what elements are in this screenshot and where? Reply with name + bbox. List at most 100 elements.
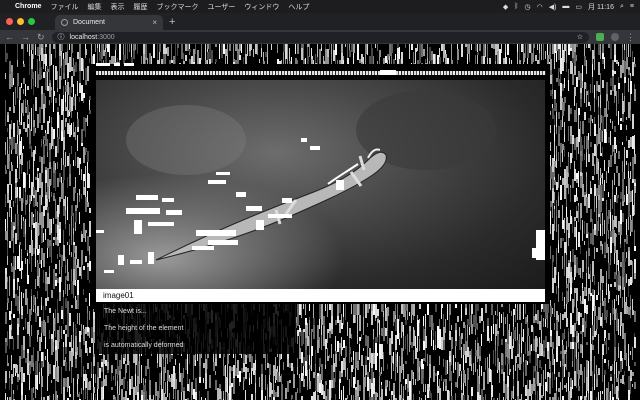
noise-stripe bbox=[493, 44, 495, 49]
noise-stripe bbox=[225, 56, 226, 64]
battery-icon[interactable]: ▭ bbox=[575, 3, 582, 11]
bluetooth-icon[interactable]: ᛒ bbox=[514, 3, 518, 10]
noise-stripe bbox=[11, 165, 13, 168]
noise-stripe bbox=[305, 325, 307, 338]
noise-stripe bbox=[329, 380, 331, 389]
noise-stripe bbox=[45, 306, 46, 310]
noise-stripe bbox=[475, 304, 477, 316]
noise-stripe bbox=[507, 344, 509, 358]
noise-stripe bbox=[578, 342, 579, 349]
noise-stripe bbox=[245, 44, 246, 54]
menu-bookmarks[interactable]: ブックマーク bbox=[156, 2, 198, 12]
noise-stripe bbox=[205, 373, 207, 389]
noise-stripe bbox=[127, 44, 128, 59]
noise-stripe bbox=[399, 356, 400, 366]
noise-stripe bbox=[586, 197, 588, 210]
noise-stripe bbox=[574, 221, 575, 227]
back-icon[interactable]: ← bbox=[5, 32, 14, 42]
noise-stripe bbox=[558, 192, 559, 196]
noise-stripe bbox=[606, 338, 607, 354]
noise-stripe bbox=[614, 347, 616, 361]
noise-stripe bbox=[570, 210, 571, 216]
noise-stripe bbox=[393, 59, 395, 64]
menu-help[interactable]: ヘルプ bbox=[288, 2, 309, 12]
timemachine-icon[interactable]: ◷ bbox=[524, 3, 530, 11]
menu-view[interactable]: 表示 bbox=[110, 2, 124, 12]
menu-file[interactable]: ファイル bbox=[50, 2, 78, 12]
noise-stripe bbox=[329, 44, 330, 50]
noise-stripe bbox=[279, 354, 281, 360]
noise-stripe bbox=[429, 355, 431, 364]
noise-stripe bbox=[580, 344, 582, 353]
menu-history[interactable]: 履歴 bbox=[133, 2, 147, 12]
extension-icon[interactable] bbox=[596, 33, 604, 41]
new-tab-button[interactable]: + bbox=[169, 15, 175, 30]
noise-stripe bbox=[535, 304, 536, 314]
noise-stripe bbox=[323, 316, 325, 326]
noise-stripe bbox=[373, 329, 374, 339]
noise-stripe bbox=[83, 366, 84, 374]
noise-stripe bbox=[21, 113, 22, 125]
menu-window[interactable]: ウィンドウ bbox=[244, 2, 279, 12]
noise-stripe bbox=[55, 237, 57, 245]
noise-stripe bbox=[229, 373, 231, 386]
search-icon[interactable]: ⌕ bbox=[620, 3, 624, 11]
noise-stripe bbox=[419, 391, 420, 394]
noise-stripe bbox=[15, 373, 16, 376]
address-bar[interactable]: ⓘ localhost:3000 ☆ bbox=[51, 31, 589, 43]
tab-document[interactable]: Document × bbox=[55, 15, 163, 30]
noise-stripe bbox=[467, 325, 468, 338]
noise-stripe bbox=[616, 265, 617, 275]
zoom-window-button[interactable] bbox=[28, 18, 35, 25]
volume-icon[interactable]: ◀) bbox=[549, 3, 557, 11]
noise-stripe bbox=[367, 372, 369, 377]
noise-stripe bbox=[604, 108, 606, 117]
menubar-app-name[interactable]: Chrome bbox=[15, 3, 41, 10]
noise-stripe bbox=[355, 352, 357, 368]
noise-stripe bbox=[616, 187, 617, 195]
noise-stripe bbox=[602, 53, 604, 59]
info-icon[interactable]: ⓘ bbox=[58, 32, 65, 42]
noise-stripe bbox=[423, 49, 425, 56]
menu-edit[interactable]: 編集 bbox=[87, 2, 101, 12]
noise-stripe bbox=[133, 387, 135, 400]
noise-stripe bbox=[57, 278, 59, 283]
noise-stripe bbox=[101, 359, 103, 362]
close-window-button[interactable] bbox=[6, 18, 13, 25]
noise-stripe bbox=[51, 290, 53, 298]
noise-stripe bbox=[49, 395, 50, 400]
noise-stripe bbox=[618, 62, 619, 66]
noise-stripe bbox=[105, 360, 107, 366]
noise-stripe bbox=[203, 378, 204, 383]
forward-icon[interactable]: → bbox=[21, 32, 30, 42]
noise-stripe bbox=[33, 223, 35, 228]
noise-stripe bbox=[485, 394, 486, 400]
noise-stripe bbox=[5, 110, 6, 126]
clock[interactable]: 月 11:16 bbox=[588, 2, 614, 12]
bookmark-star-icon[interactable]: ☆ bbox=[577, 33, 583, 41]
noise-stripe bbox=[21, 215, 22, 229]
more-menu-icon[interactable]: ⋮ bbox=[626, 32, 635, 43]
menu-people[interactable]: ユーザー bbox=[207, 2, 235, 12]
noise-stripe bbox=[359, 337, 361, 341]
reload-icon[interactable]: ↻ bbox=[37, 32, 45, 43]
menu-list-icon[interactable]: ≡ bbox=[630, 3, 634, 10]
noise-stripe bbox=[375, 354, 377, 370]
noise-stripe bbox=[309, 44, 310, 53]
noise-stripe bbox=[481, 366, 482, 376]
noise-stripe bbox=[566, 346, 567, 352]
noise-stripe bbox=[626, 297, 627, 306]
noise-stripe bbox=[403, 364, 404, 379]
avatar[interactable] bbox=[611, 33, 619, 41]
noise-stripe bbox=[487, 58, 488, 64]
flag-icon[interactable]: ▬ bbox=[562, 3, 569, 10]
noise-stripe bbox=[43, 104, 45, 116]
noise-stripe bbox=[505, 317, 506, 324]
noise-stripe bbox=[305, 350, 307, 361]
close-icon[interactable]: × bbox=[152, 18, 157, 27]
noise-stripe bbox=[527, 322, 528, 328]
minimize-window-button[interactable] bbox=[17, 18, 24, 25]
noise-stripe bbox=[618, 221, 620, 232]
wifi-icon[interactable]: ◠ bbox=[537, 3, 543, 11]
dropbox-icon[interactable]: ◆ bbox=[503, 3, 508, 11]
